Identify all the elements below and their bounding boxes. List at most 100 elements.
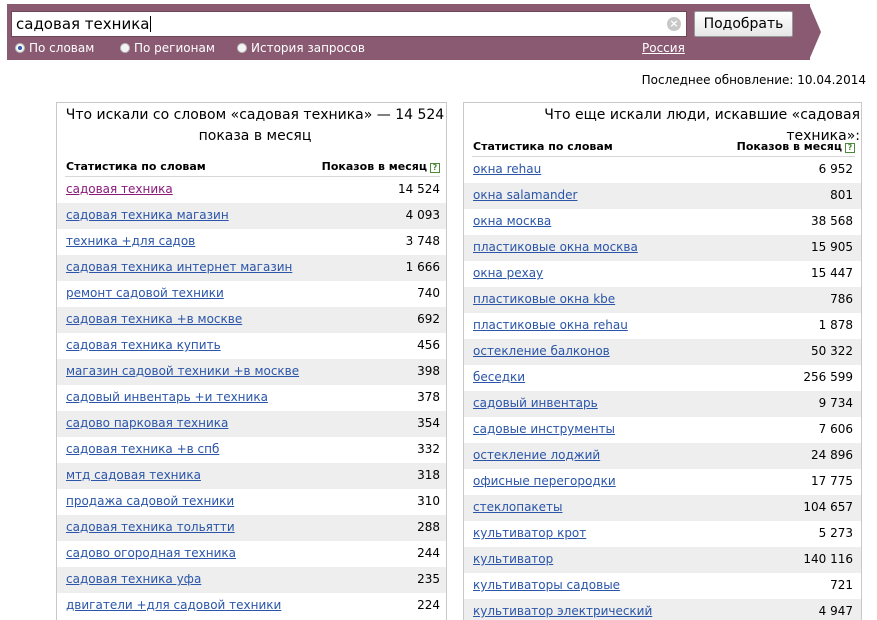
- keyword-link[interactable]: садовый инвентарь: [473, 395, 598, 411]
- table-row: окна salamander 801: [464, 183, 861, 209]
- left-keyword-list: садовая техника 14 524 садовая техника маг…: [57, 177, 446, 619]
- impressions-count: 1 878: [818, 318, 853, 332]
- table-row: садово парковая техника 354: [57, 411, 446, 437]
- table-row: магазин садовой техники +в москве 398: [57, 359, 446, 385]
- table-row: культиватор электрический 4 947: [464, 599, 861, 620]
- impressions-count: 6 952: [818, 162, 853, 176]
- keyword-link[interactable]: мтд садовая техника: [66, 467, 201, 483]
- keyword-link[interactable]: садовые инструменты: [473, 421, 615, 437]
- keyword-link[interactable]: пластиковые окна kbe: [473, 291, 615, 307]
- keyword-link[interactable]: садовая техника интернет магазин: [66, 259, 292, 275]
- submit-button[interactable]: Подобрать: [694, 11, 793, 37]
- radio-unchecked-icon: [237, 43, 247, 53]
- radio-unchecked-icon: [120, 43, 130, 53]
- panel-title-line: показа в месяц: [198, 128, 312, 144]
- keyword-link[interactable]: магазин садовой техники +в москве: [66, 363, 299, 379]
- column-header-count: Показов в месяц?: [322, 160, 440, 174]
- keyword-link[interactable]: культиватор: [473, 551, 553, 567]
- keyword-link[interactable]: садовая техника тольятти: [66, 519, 235, 535]
- keyword-link[interactable]: офисные перегородки: [473, 473, 616, 489]
- keyword-link[interactable]: ремонт садовой техники: [66, 285, 224, 301]
- keyword-link[interactable]: садовая техника магазин: [66, 207, 229, 223]
- mode-by-regions-radio[interactable]: По регионам: [120, 40, 215, 56]
- table-row: культиватор крот 5 273: [464, 521, 861, 547]
- table-row: садовая техника тольятти 288: [57, 515, 446, 541]
- table-row: садовая техника +в спб 332: [57, 437, 446, 463]
- mode-history-radio[interactable]: История запросов: [237, 40, 365, 56]
- keyword-link[interactable]: беседки: [473, 369, 525, 385]
- impressions-count: 3 748: [405, 234, 440, 248]
- keyword-link[interactable]: остекление лоджий: [473, 447, 600, 463]
- table-row: садовая техника +в москве 692: [57, 307, 446, 333]
- table-row: мтд садовая техника 318: [57, 463, 446, 489]
- impressions-count: 15 447: [811, 266, 853, 280]
- impressions-count: 332: [417, 442, 440, 456]
- impressions-count: 235: [417, 572, 440, 586]
- mode-label: История запросов: [251, 41, 365, 55]
- mode-label: По словам: [29, 41, 95, 55]
- last-update-text: Последнее обновление: 10.04.2014: [641, 73, 866, 87]
- text-caret: [150, 16, 152, 32]
- keyword-link[interactable]: садово огородная техника: [66, 545, 236, 561]
- help-icon[interactable]: ?: [430, 163, 440, 173]
- impressions-count: 354: [417, 416, 440, 430]
- impressions-count: 50 322: [811, 344, 853, 358]
- impressions-count: 801: [830, 188, 853, 202]
- keyword-link[interactable]: остекление балконов: [473, 343, 610, 359]
- impressions-count: 24 896: [811, 448, 853, 462]
- table-row: продажа садовой техники 310: [57, 489, 446, 515]
- table-row: ремонт садовой техники 740: [57, 281, 446, 307]
- table-row: окна рехау 15 447: [464, 261, 861, 287]
- table-row: садовый инвентарь 9 734: [464, 391, 861, 417]
- table-row: офисные перегородки 17 775: [464, 469, 861, 495]
- impressions-count: 692: [417, 312, 440, 326]
- clear-icon[interactable]: ×: [667, 17, 681, 31]
- keyword-link[interactable]: окна москва: [473, 213, 551, 229]
- related-searches-panel: Что еще искали люди, искавшие «садовая т…: [463, 102, 862, 620]
- column-header-count: Показов в месяц?: [737, 140, 855, 154]
- keyword-link[interactable]: садовая техника +в спб: [66, 441, 219, 457]
- table-row: пластиковые окна rehau 1 878: [464, 313, 861, 339]
- region-link[interactable]: Россия: [642, 40, 685, 56]
- table-row: культиватор 140 116: [464, 547, 861, 573]
- table-row: техника +для садов 3 748: [57, 229, 446, 255]
- keyword-link[interactable]: культиватор крот: [473, 525, 586, 541]
- keyword-link[interactable]: продажа садовой техники: [66, 493, 234, 509]
- table-row: двигатели +для садовой техники 224: [57, 593, 446, 619]
- mode-by-words-radio[interactable]: По словам: [15, 40, 94, 56]
- keyword-link[interactable]: пластиковые окна rehau: [473, 317, 628, 333]
- impressions-count: 378: [417, 390, 440, 404]
- keyword-link[interactable]: двигатели +для садовой техники: [66, 597, 281, 613]
- keyword-link[interactable]: пластиковые окна москва: [473, 239, 638, 255]
- keyword-link[interactable]: окна rehau: [473, 161, 541, 177]
- impressions-count: 786: [830, 292, 853, 306]
- mode-label: По регионам: [134, 41, 215, 55]
- impressions-count: 140 116: [803, 552, 853, 566]
- keyword-link[interactable]: садовая техника +в москве: [66, 311, 242, 327]
- table-row: садовые инструменты 7 606: [464, 417, 861, 443]
- impressions-count: 15 905: [811, 240, 853, 254]
- search-input[interactable]: садовая техника: [11, 11, 687, 37]
- column-header-keyword: Статистика по словам: [66, 160, 206, 173]
- keyword-link[interactable]: садовая техника уфа: [66, 571, 201, 587]
- table-row: садовая техника купить 456: [57, 333, 446, 359]
- impressions-count: 224: [417, 598, 440, 612]
- keyword-link[interactable]: садовая техника: [66, 181, 173, 197]
- keyword-link[interactable]: техника +для садов: [66, 233, 195, 249]
- keyword-link[interactable]: культиваторы садовые: [473, 577, 620, 593]
- keyword-link[interactable]: окна salamander: [473, 187, 577, 203]
- table-row: окна rehau 6 952: [464, 157, 861, 183]
- keyword-link[interactable]: культиватор электрический: [473, 603, 652, 619]
- keyword-link[interactable]: садовый инвентарь +и техника: [66, 389, 268, 405]
- keyword-link[interactable]: окна рехау: [473, 265, 543, 281]
- keyword-link[interactable]: стеклопакеты: [473, 499, 563, 515]
- header-arrow-decoration: [809, 4, 821, 60]
- impressions-count: 310: [417, 494, 440, 508]
- impressions-count: 4 093: [405, 208, 440, 222]
- keyword-link[interactable]: садовая техника купить: [66, 337, 221, 353]
- table-row: остекление лоджий 24 896: [464, 443, 861, 469]
- keyword-link[interactable]: садово парковая техника: [66, 415, 228, 431]
- table-row: пластиковые окна москва 15 905: [464, 235, 861, 261]
- radio-checked-icon: [15, 43, 25, 53]
- help-icon[interactable]: ?: [845, 143, 855, 153]
